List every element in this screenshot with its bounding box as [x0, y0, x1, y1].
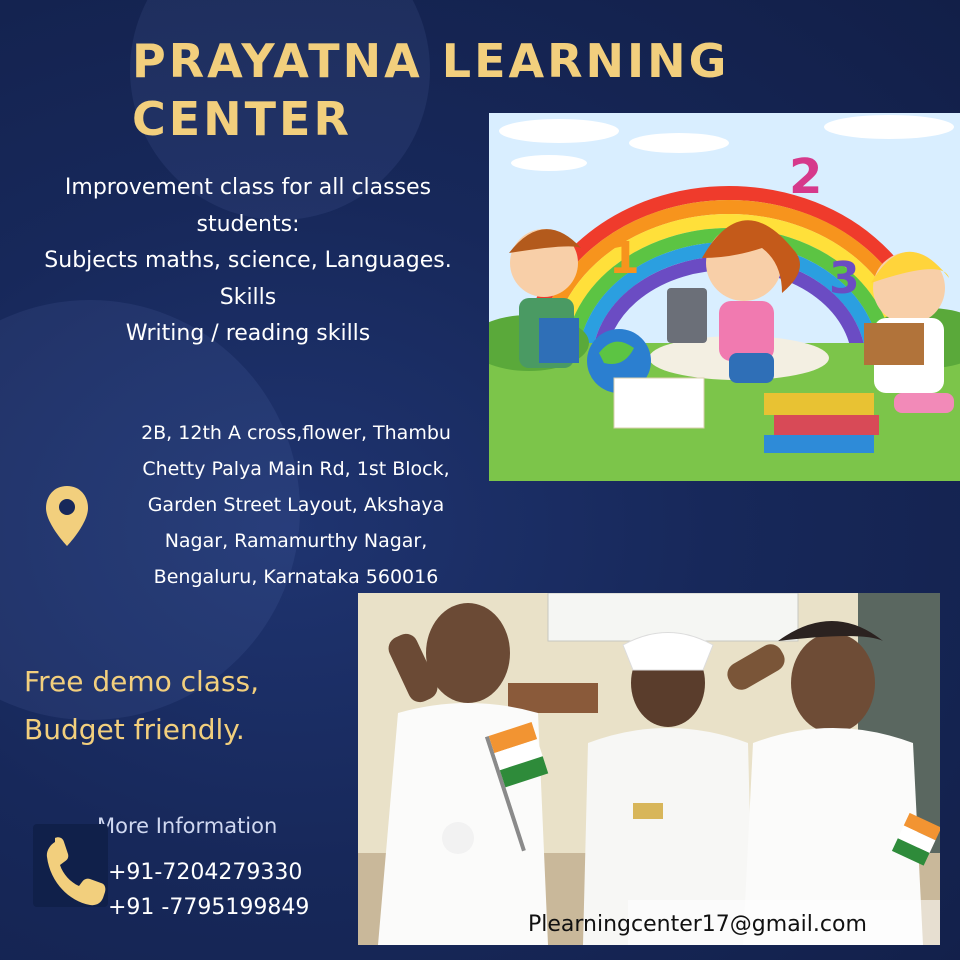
offer-line-1: Free demo class,: [24, 665, 260, 698]
svg-text:3: 3: [829, 253, 860, 304]
address-line: Garden Street Layout, Akshaya: [147, 494, 445, 516]
phone-number-2[interactable]: +91 -7795199849: [108, 890, 309, 925]
address-line: Chetty Palya Main Rd, 1st Block,: [142, 458, 450, 480]
map-pin-icon: [44, 484, 90, 548]
offer-line-2: Budget friendly.: [24, 713, 245, 746]
intro-line: students:: [196, 211, 300, 237]
title-line-1: PRAYATNA LEARNING: [132, 34, 730, 88]
svg-text:2: 2: [789, 149, 822, 205]
more-information-heading: More Information: [97, 814, 278, 838]
offer-text: Free demo class, Budget friendly.: [24, 658, 259, 754]
svg-text:1: 1: [609, 233, 640, 284]
phone-icon: [33, 824, 108, 907]
intro-line: Writing / reading skills: [125, 321, 371, 346]
phone-number-1[interactable]: +91-7204279330: [108, 855, 309, 890]
intro-text: Improvement class for all classes studen…: [0, 170, 496, 353]
address-line: 2B, 12th A cross,flower, Thambu: [141, 422, 451, 444]
cartoon-kids-illustration: 2 3 1: [489, 113, 960, 481]
intro-line: Skills: [219, 284, 277, 310]
address-block: 2B, 12th A cross,flower, Thambu Chetty P…: [98, 415, 494, 595]
intro-line: Subjects maths, science, Languages.: [44, 248, 452, 273]
address-line: Bengaluru, Karnataka 560016: [153, 566, 439, 588]
children-photo: [358, 593, 940, 945]
intro-line: Improvement class for all classes: [64, 175, 432, 200]
flyer: PRAYATNA LEARNING CENTER Improvement cla…: [0, 0, 960, 960]
phone-numbers: +91-7204279330 +91 -7795199849: [108, 855, 309, 925]
address-line: Nagar, Ramamurthy Nagar,: [164, 530, 428, 552]
email-address[interactable]: Plearningcenter17@gmail.com: [528, 912, 867, 937]
